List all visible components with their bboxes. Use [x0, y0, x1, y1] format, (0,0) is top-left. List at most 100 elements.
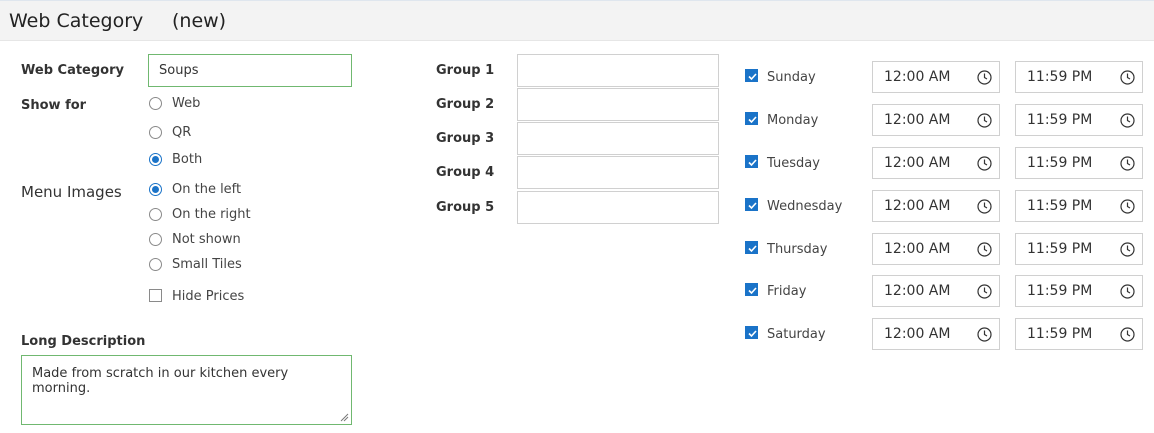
clock-icon[interactable]	[977, 156, 992, 171]
record-status: (new)	[172, 10, 227, 32]
end-time-value: 11:59 PM	[1027, 112, 1093, 128]
end-time-input-monday[interactable]: 11:59 PM	[1015, 104, 1143, 136]
start-time-value: 12:00 AM	[884, 155, 951, 171]
start-time-input-monday[interactable]: 12:00 AM	[872, 104, 1000, 136]
checkmark-icon	[748, 287, 757, 295]
group-3-input[interactable]	[517, 122, 719, 155]
show-for-radio-web[interactable]	[149, 97, 162, 110]
clock-icon[interactable]	[1120, 327, 1135, 342]
menu-images-option-label[interactable]: Not shown	[172, 232, 241, 247]
web-category-value: Soups	[159, 63, 199, 78]
group-5-input[interactable]	[517, 191, 719, 224]
end-time-input-saturday[interactable]: 11:59 PM	[1015, 318, 1143, 350]
group-4-label: Group 4	[436, 165, 495, 180]
checkmark-icon	[748, 202, 757, 210]
menu-images-option-label[interactable]: On the left	[172, 182, 241, 197]
day-label-thursday[interactable]: Thursday	[767, 242, 827, 257]
end-time-input-friday[interactable]: 11:59 PM	[1015, 275, 1143, 307]
day-label-monday[interactable]: Monday	[767, 113, 818, 128]
menu-images-option-label[interactable]: Small Tiles	[172, 257, 242, 272]
clock-icon[interactable]	[1120, 113, 1135, 128]
day-checkbox-wednesday[interactable]	[745, 198, 758, 211]
start-time-input-tuesday[interactable]: 12:00 AM	[872, 147, 1000, 179]
end-time-value: 11:59 PM	[1027, 198, 1093, 214]
clock-icon[interactable]	[1120, 242, 1135, 257]
end-time-value: 11:59 PM	[1027, 155, 1093, 171]
hide-prices-checkbox[interactable]	[149, 289, 162, 302]
clock-icon[interactable]	[1120, 70, 1135, 85]
start-time-input-wednesday[interactable]: 12:00 AM	[872, 190, 1000, 222]
start-time-value: 12:00 AM	[884, 283, 951, 299]
day-label-sunday[interactable]: Sunday	[767, 70, 816, 85]
day-checkbox-thursday[interactable]	[745, 241, 758, 254]
group-5-label: Group 5	[436, 200, 495, 215]
menu-images-radio-small-tiles[interactable]	[149, 258, 162, 271]
start-time-input-saturday[interactable]: 12:00 AM	[872, 318, 1000, 350]
menu-images-radio-not-shown[interactable]	[149, 233, 162, 246]
day-checkbox-sunday[interactable]	[745, 69, 758, 82]
show-for-radio-qr[interactable]	[149, 126, 162, 139]
web-category-label: Web Category	[21, 63, 124, 78]
page-header: Web Category (new)	[0, 0, 1154, 41]
day-checkbox-tuesday[interactable]	[745, 155, 758, 168]
clock-icon[interactable]	[977, 327, 992, 342]
group-2-label: Group 2	[436, 97, 495, 112]
clock-icon[interactable]	[977, 284, 992, 299]
checkmark-icon	[748, 330, 757, 338]
checkmark-icon	[748, 159, 757, 167]
start-time-input-friday[interactable]: 12:00 AM	[872, 275, 1000, 307]
show-for-label: Show for	[21, 98, 87, 113]
page-title: Web Category	[9, 10, 144, 32]
menu-images-radio-on-the-right[interactable]	[149, 208, 162, 221]
day-checkbox-monday[interactable]	[745, 112, 758, 125]
show-for-option-label[interactable]: QR	[172, 125, 191, 140]
clock-icon[interactable]	[977, 113, 992, 128]
show-for-option-label[interactable]: Both	[172, 152, 202, 167]
group-2-input[interactable]	[517, 88, 719, 121]
hide-prices-label[interactable]: Hide Prices	[172, 289, 244, 304]
checkmark-icon	[748, 73, 757, 81]
start-time-value: 12:00 AM	[884, 241, 951, 257]
show-for-option-label[interactable]: Web	[172, 96, 200, 111]
group-1-input[interactable]	[517, 54, 719, 87]
end-time-value: 11:59 PM	[1027, 326, 1093, 342]
end-time-input-thursday[interactable]: 11:59 PM	[1015, 233, 1143, 265]
show-for-radio-both[interactable]	[149, 153, 162, 166]
menu-images-option-label[interactable]: On the right	[172, 207, 251, 222]
start-time-value: 12:00 AM	[884, 112, 951, 128]
clock-icon[interactable]	[1120, 284, 1135, 299]
end-time-input-tuesday[interactable]: 11:59 PM	[1015, 147, 1143, 179]
end-time-value: 11:59 PM	[1027, 283, 1093, 299]
long-description-value: Made from scratch in our kitchen every m…	[32, 366, 289, 396]
group-3-label: Group 3	[436, 131, 495, 146]
end-time-value: 11:59 PM	[1027, 241, 1093, 257]
web-category-input[interactable]: Soups	[148, 54, 352, 87]
day-label-tuesday[interactable]: Tuesday	[767, 156, 820, 171]
day-label-wednesday[interactable]: Wednesday	[767, 199, 842, 214]
long-description-textarea[interactable]: Made from scratch in our kitchen every m…	[21, 355, 352, 425]
resize-grip-icon[interactable]	[340, 413, 349, 422]
start-time-value: 12:00 AM	[884, 326, 951, 342]
day-label-saturday[interactable]: Saturday	[767, 327, 826, 342]
group-4-input[interactable]	[517, 156, 719, 189]
day-checkbox-saturday[interactable]	[745, 326, 758, 339]
start-time-value: 12:00 AM	[884, 198, 951, 214]
group-1-label: Group 1	[436, 63, 495, 78]
start-time-input-thursday[interactable]: 12:00 AM	[872, 233, 1000, 265]
start-time-value: 12:00 AM	[884, 69, 951, 85]
start-time-input-sunday[interactable]: 12:00 AM	[872, 61, 1000, 93]
clock-icon[interactable]	[977, 199, 992, 214]
clock-icon[interactable]	[977, 70, 992, 85]
clock-icon[interactable]	[1120, 199, 1135, 214]
end-time-value: 11:59 PM	[1027, 69, 1093, 85]
checkmark-icon	[748, 245, 757, 253]
clock-icon[interactable]	[1120, 156, 1135, 171]
end-time-input-wednesday[interactable]: 11:59 PM	[1015, 190, 1143, 222]
day-checkbox-friday[interactable]	[745, 283, 758, 296]
long-description-label: Long Description	[21, 334, 146, 349]
clock-icon[interactable]	[977, 242, 992, 257]
day-label-friday[interactable]: Friday	[767, 284, 806, 299]
end-time-input-sunday[interactable]: 11:59 PM	[1015, 61, 1143, 93]
menu-images-radio-on-the-left[interactable]	[149, 183, 162, 196]
menu-images-label: Menu Images	[21, 183, 122, 201]
